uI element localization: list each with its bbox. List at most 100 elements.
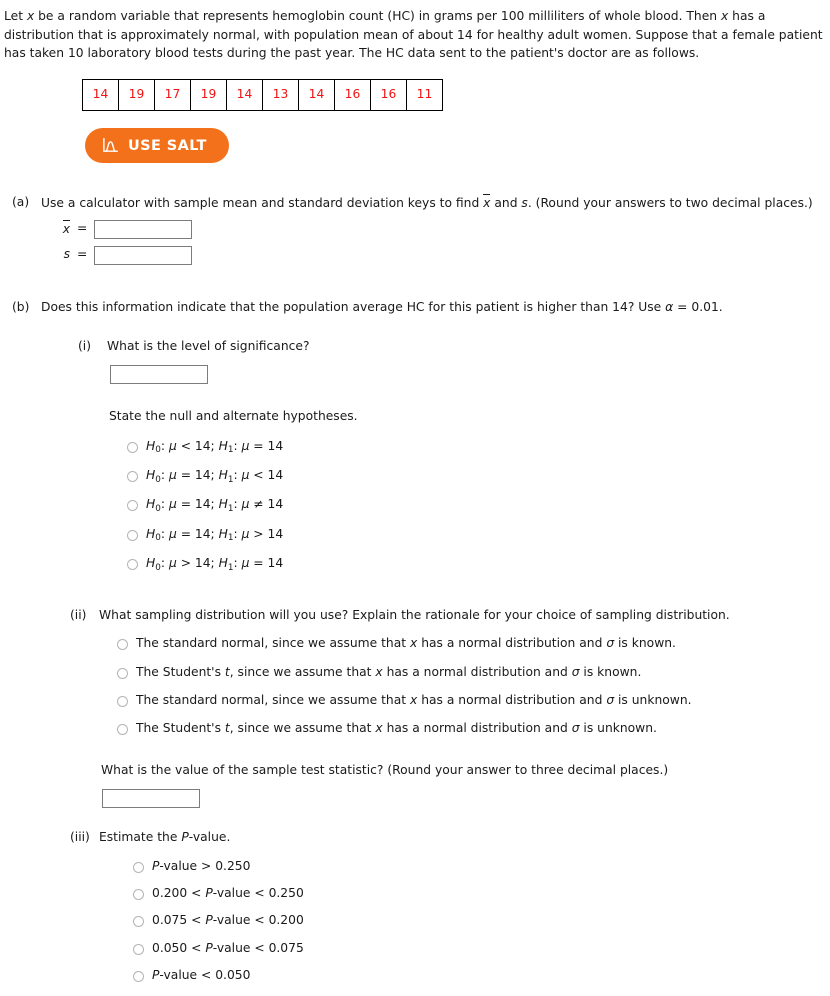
hypothesis-option-2-label: H0: μ = 14; H1: μ < 14 (146, 468, 284, 485)
sampling-distribution-option-3[interactable]: The standard normal, since we assume tha… (117, 693, 830, 708)
radio-icon[interactable] (133, 861, 144, 873)
hypotheses-options: H0: μ < 14; H1: μ = 14 H0: μ = 14; H1: μ… (127, 438, 830, 573)
p-value-option-2[interactable]: 0.200 < P-value < 0.250 (133, 886, 830, 901)
p-symbol: P (181, 829, 189, 844)
s-answer-row: s = (48, 245, 830, 265)
sub-iii-question-post: -value. (188, 829, 231, 844)
x-bar-input[interactable] (94, 219, 193, 239)
radio-icon[interactable] (127, 441, 138, 453)
p-value-option-5-label: P-value < 0.050 (152, 968, 251, 983)
hypothesis-option-5[interactable]: H0: μ > 14; H1: μ = 14 (127, 556, 830, 573)
s-label: s (63, 247, 70, 262)
sampling-distribution-option-4[interactable]: The Student's t, since we assume that x … (117, 721, 830, 736)
part-b-sub-iii: (iii) Estimate the P-value. P-value > 0.… (70, 829, 830, 996)
part-b-prompt-part1: Does this information indicate that the … (41, 299, 666, 314)
sub-i-question: What is the level of significance? (107, 338, 310, 353)
radio-icon[interactable] (117, 696, 128, 708)
hypothesis-option-3[interactable]: H0: μ = 14; H1: μ ≠ 14 (127, 497, 830, 514)
hc-data-table: 14 19 17 19 14 13 14 16 16 11 (82, 79, 443, 112)
table-cell: 14 (226, 79, 263, 112)
p-value-option-2-label: 0.200 < P-value < 0.250 (152, 886, 304, 901)
table-cell: 19 (118, 79, 155, 112)
p-value-options: P-value > 0.250 0.200 < P-value < 0.250 … (133, 859, 830, 984)
question-page: Let x be a random variable that represen… (0, 0, 830, 983)
sampling-distribution-option-3-label: The standard normal, since we assume tha… (136, 693, 692, 708)
hypothesis-option-4[interactable]: H0: μ = 14; H1: μ > 14 (127, 526, 830, 544)
sub-ii-question: What sampling distribution will you use?… (99, 607, 730, 622)
p-value-option-3[interactable]: 0.075 < P-value < 0.200 (133, 913, 830, 928)
sampling-distribution-option-1[interactable]: The standard normal, since we assume tha… (117, 636, 830, 651)
sub-iii-question: Estimate the P-value. (99, 829, 830, 847)
s-input[interactable] (94, 245, 193, 265)
state-hypotheses-heading: State the null and alternate hypotheses. (109, 408, 358, 423)
p-value-option-3-label: 0.075 < P-value < 0.200 (152, 913, 304, 928)
part-b-sub-ii: (ii) What sampling distribution will you… (70, 607, 830, 808)
part-b-body: Does this information indicate that the … (41, 299, 830, 996)
radio-icon[interactable] (133, 916, 144, 928)
level-of-significance-input[interactable] (110, 364, 208, 384)
hc-data-table-container: 14 19 17 19 14 13 14 16 16 11 (82, 79, 830, 112)
sub-iii-label: (iii) (70, 829, 90, 844)
table-cell: 17 (154, 79, 191, 112)
radio-icon[interactable] (133, 971, 144, 983)
test-statistic-question: What is the value of the sample test sta… (101, 762, 669, 777)
hypothesis-option-5-label: H0: μ > 14; H1: μ = 14 (146, 556, 284, 573)
x-bar-label: x (48, 219, 71, 239)
table-cell: 19 (190, 79, 227, 112)
hypothesis-option-4-label: H0: μ = 14; H1: μ > 14 (146, 526, 284, 544)
radio-icon[interactable] (117, 724, 128, 736)
part-a: (a) Use a calculator with sample mean an… (12, 194, 830, 265)
table-cell: 16 (334, 79, 371, 112)
part-a-label: (a) (12, 195, 30, 210)
sub-i-label: (i) (78, 338, 92, 353)
part-b-prompt-part2: = 0.01. (673, 299, 723, 314)
radio-icon[interactable] (127, 500, 138, 512)
part-a-prompt: Use a calculator with sample mean and st… (41, 194, 830, 213)
hypothesis-option-1[interactable]: H0: μ < 14; H1: μ = 14 (127, 438, 830, 456)
table-cell: 11 (406, 79, 443, 112)
normal-distribution-curve-icon (102, 137, 119, 154)
part-a-prompt-part1: Use a calculator with sample mean and st… (41, 196, 484, 211)
x-bar-answer-row: x = (48, 219, 830, 239)
sampling-distribution-option-2-label: The Student's t, since we assume that x … (136, 664, 642, 679)
level-of-significance-row (110, 364, 830, 384)
p-value-option-1[interactable]: P-value > 0.250 (133, 859, 830, 874)
equals-sign: = (77, 247, 88, 262)
table-cell: 13 (262, 79, 299, 112)
table-cell: 14 (298, 79, 335, 112)
radio-icon[interactable] (117, 667, 128, 679)
part-a-prompt-part2: and (490, 196, 522, 211)
hypothesis-option-3-label: H0: μ = 14; H1: μ ≠ 14 (146, 497, 284, 514)
part-b-prompt: Does this information indicate that the … (41, 299, 830, 317)
hypothesis-option-1-label: H0: μ < 14; H1: μ = 14 (146, 438, 284, 456)
part-a-body: Use a calculator with sample mean and st… (41, 194, 830, 265)
part-b: (b) Does this information indicate that … (12, 299, 830, 996)
use-salt-button[interactable]: USE SALT (85, 128, 229, 164)
p-value-option-4[interactable]: 0.050 < P-value < 0.075 (133, 941, 830, 956)
radio-icon[interactable] (127, 559, 138, 571)
table-cell: 16 (370, 79, 407, 112)
p-value-option-1-label: P-value > 0.250 (152, 858, 251, 873)
sub-iii-body: Estimate the P-value. P-value > 0.250 0.… (99, 829, 830, 996)
radio-icon[interactable] (127, 471, 138, 483)
test-statistic-input[interactable] (102, 788, 200, 808)
equals-sign: = (77, 221, 88, 236)
p-value-option-4-label: 0.050 < P-value < 0.075 (152, 940, 304, 955)
radio-icon[interactable] (133, 889, 144, 901)
p-value-option-5[interactable]: P-value < 0.050 (133, 968, 830, 983)
intro-text-part2: be a random variable that represents hem… (34, 9, 721, 23)
sub-i-body: What is the level of significance? State… (107, 338, 830, 586)
test-statistic-row (102, 788, 830, 808)
radio-icon[interactable] (133, 943, 144, 955)
part-a-prompt-part3: . (Round your answers to two decimal pla… (527, 196, 813, 211)
table-cell: 14 (82, 79, 119, 112)
sub-ii-body: What sampling distribution will you use?… (99, 607, 830, 808)
part-b-label: (b) (12, 299, 30, 314)
table-row: 14 19 17 19 14 13 14 16 16 11 (82, 79, 443, 112)
use-salt-label: USE SALT (128, 137, 207, 154)
radio-icon[interactable] (127, 529, 138, 541)
sampling-distribution-option-2[interactable]: The Student's t, since we assume that x … (117, 665, 830, 680)
hypothesis-option-2[interactable]: H0: μ = 14; H1: μ < 14 (127, 468, 830, 485)
radio-icon[interactable] (117, 639, 128, 651)
sampling-distribution-options: The standard normal, since we assume tha… (117, 636, 830, 736)
